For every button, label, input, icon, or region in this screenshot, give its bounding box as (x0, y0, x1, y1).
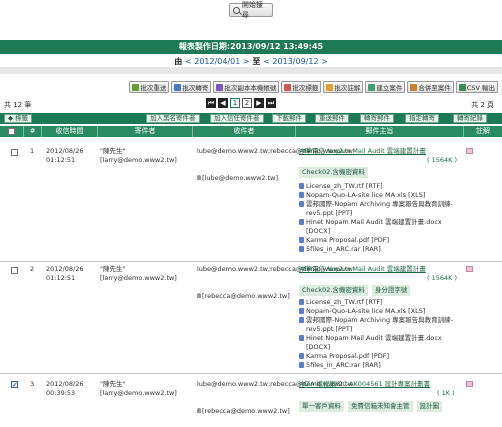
file-icon (299, 246, 304, 252)
col-note: 註解 (476, 127, 490, 135)
person-icon (197, 293, 201, 298)
merge-case-button[interactable]: 合併至案件 (407, 81, 454, 93)
forward-icon (174, 83, 182, 91)
csv-export-button[interactable]: CSV 輸出 (455, 81, 498, 93)
person-icon (197, 408, 201, 413)
file-icon (299, 237, 304, 243)
attachment-item[interactable]: License_zh_TW.rtf [RTF] (299, 298, 459, 307)
note-icon[interactable] (466, 266, 473, 272)
copy-icon (216, 83, 224, 91)
note-icon (326, 83, 334, 91)
subject-link[interactable]: 中ZA 繼程案BIC-AK004561 設計專案計劃書 (299, 380, 430, 389)
attachment-item[interactable]: 雲邦國際-Nopam Archiving 專案報告與教育訓練-rev5.ppt … (299, 316, 459, 334)
tag-badge: 單一客戶資料 (299, 401, 344, 412)
tag-badge: 免費信箱未知會主管 (348, 401, 413, 412)
attachment-item[interactable]: Karma Proposal.pdf [PDF] (299, 236, 459, 245)
subject-link[interactable]: 中華電信 Nopam Mail Audit 雲端建置計畫 (299, 265, 426, 274)
file-icon (299, 353, 304, 359)
add-trusted-button[interactable]: 加入信任寄件者 (210, 114, 264, 123)
tag-icon (284, 83, 292, 91)
range-from-link[interactable]: < 2012/04/01 > (185, 57, 250, 66)
assign-forward-button[interactable]: 指定轉寄 (405, 114, 439, 123)
batch-toolbar: 批次重送 批次轉寄 批次副本本機帳號 批次標籤 批次註解 建立案件 合併至案件 … (129, 81, 498, 93)
row-checkbox[interactable] (11, 267, 18, 274)
tag-badge: 設計圖 (416, 401, 442, 412)
add-blacklist-button[interactable]: 加入黑名寄件者 (146, 114, 200, 123)
col-from[interactable]: 寄件者 (98, 126, 193, 137)
report-title: 報表製作日期:2013/09/12 13:49:45 (0, 40, 502, 54)
person-icon (197, 175, 201, 180)
note-icon[interactable] (466, 381, 473, 387)
subject-link[interactable]: 中華電信 Nopam Mail Audit 雲端建置計畫 (299, 147, 426, 156)
attachment-item[interactable]: Hinet Nopam Mail Audit 雲端建置計畫.docx [DOCX… (299, 218, 459, 236)
row-checkbox[interactable] (11, 149, 18, 156)
select-all-checkbox[interactable] (8, 127, 15, 135)
create-case-button[interactable]: 建立案件 (365, 81, 406, 93)
batch-note-button[interactable]: 批次註解 (323, 81, 364, 93)
page-1-button[interactable]: 1 (230, 98, 240, 108)
table-row[interactable]: 3 2012/08/26 00:39:53 "陳先生" [larry@demo.… (0, 375, 502, 427)
attachment-item[interactable]: Hinet Nopam Mail Audit 雲端建置計畫.docx [DOCX… (299, 334, 459, 352)
next-page-button[interactable]: ▶ (254, 98, 264, 108)
attachment-item[interactable]: 5files_in_ARC.rar [RAR] (299, 361, 459, 370)
resend-icon (132, 83, 140, 91)
file-icon (299, 201, 304, 207)
table-row[interactable]: 2 2012/08/26 01:12:51 "陳先生" [larry@demo.… (0, 262, 502, 374)
search-icon (233, 6, 240, 14)
attachment-item[interactable]: License_zh_TW.rtf [RTF] (299, 182, 459, 191)
attachment-item[interactable]: Nopam-Quo-LA-site lice MA.xls [XLS] (299, 307, 459, 316)
case-icon (368, 83, 376, 91)
page-2-button[interactable]: 2 (242, 98, 252, 108)
record-count: 共 12 筆 (4, 101, 32, 109)
col-time[interactable]: 收信時間 (42, 126, 98, 137)
file-icon (299, 219, 304, 225)
col-subject[interactable]: 郵件主旨 (296, 126, 464, 137)
file-icon (299, 299, 304, 305)
col-to[interactable]: 收件者 (193, 126, 296, 137)
tag-badge: Check02.含機密資料 (299, 285, 368, 296)
batch-forward-button[interactable]: 批次轉寄 (171, 81, 212, 93)
forward-button[interactable]: 轉寄郵件 (360, 114, 394, 123)
select-all-cell (0, 126, 24, 137)
separator-band (0, 67, 502, 74)
file-icon (299, 362, 304, 368)
range-to-link[interactable]: < 2013/09/12 > (263, 57, 328, 66)
file-icon (299, 192, 304, 198)
tag-button[interactable]: ◆ 標籤 (4, 114, 33, 123)
attachment-item[interactable]: 5files_in_ARC.rar [RAR] (299, 245, 459, 254)
date-range: 由 < 2012/04/01 > 至 < 2013/09/12 > (174, 57, 328, 66)
batch-tag-button[interactable]: 批次標籤 (281, 81, 322, 93)
resend-button[interactable]: 重送郵件 (315, 114, 349, 123)
file-icon (299, 183, 304, 189)
batch-resend-button[interactable]: 批次重送 (129, 81, 170, 93)
pagination: ⏮ ◀ 1 2 ▶ ⏭ (206, 98, 276, 108)
file-icon (299, 308, 304, 314)
attachment-item[interactable]: Karma Proposal.pdf [PDF] (299, 352, 459, 361)
attachment-list: License_zh_TW.rtf [RTF] Nopam-Quo-LA-sit… (299, 298, 459, 370)
merge-icon (410, 83, 418, 91)
file-icon (299, 317, 304, 323)
last-page-button[interactable]: ⏭ (266, 98, 276, 108)
col-no: # (24, 126, 42, 137)
attachment-list: License_zh_TW.rtf [RTF] Nopam-Quo-LA-sit… (299, 182, 459, 254)
attachment-item[interactable]: Nopam-Quo-LA-site lice MA.xls [XLS] (299, 191, 459, 200)
total-pages: 共 2 頁 (471, 101, 494, 109)
forward-records-button[interactable]: 轉寄紀錄 (453, 114, 487, 123)
tag-badge: 身分證字號 (371, 285, 411, 296)
row-checkbox[interactable] (11, 381, 18, 388)
table-header: # 收信時間 寄件者 收件者 郵件主旨 註解 (0, 126, 502, 137)
prev-page-button[interactable]: ◀ (218, 98, 228, 108)
download-button[interactable]: 下載郵件 (272, 114, 306, 123)
tag-badge: Check02.含機密資料 (299, 167, 368, 178)
note-icon[interactable] (466, 148, 473, 154)
search-button[interactable]: 開始搜尋 (229, 1, 273, 19)
batch-copy-button[interactable]: 批次副本本機帳號 (213, 81, 280, 93)
first-page-button[interactable]: ⏮ (206, 98, 216, 108)
csv-icon (458, 83, 466, 91)
table-row[interactable]: 1 2012/08/26 01:12:51 "陳先生" [larry@demo.… (0, 138, 502, 262)
file-icon (299, 335, 304, 341)
attachment-item[interactable]: 雲邦國際-Nopam Archiving 專案報告與教育訓練-rev5.ppt … (299, 200, 459, 218)
